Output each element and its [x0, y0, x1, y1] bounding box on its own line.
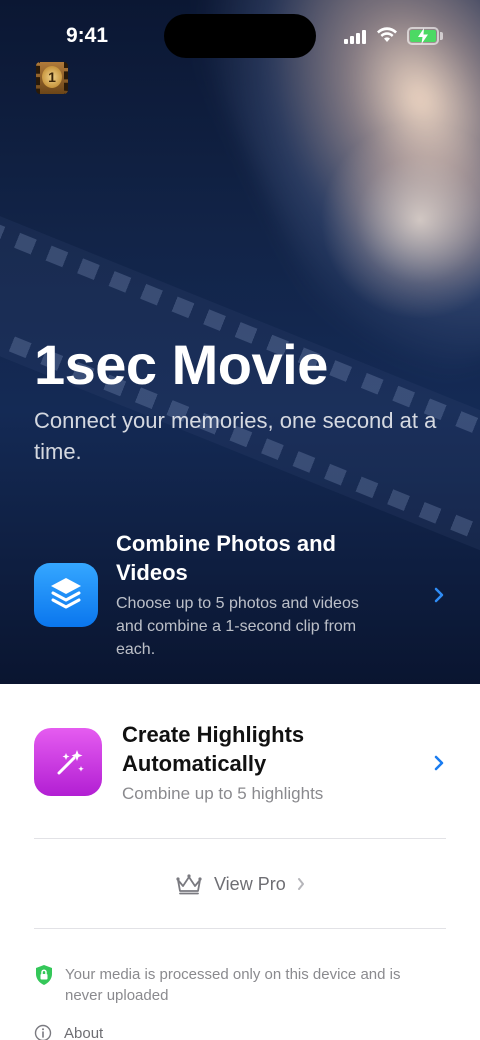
- crown-icon: [176, 874, 202, 895]
- about-button[interactable]: About: [34, 1022, 103, 1040]
- info-icon: [34, 1024, 52, 1040]
- magic-wand-icon: [34, 728, 102, 796]
- app-title: 1sec Movie: [34, 333, 328, 396]
- chevron-right-icon: [434, 755, 444, 771]
- view-pro-button[interactable]: View Pro: [174, 870, 306, 898]
- divider: [34, 838, 446, 839]
- hero-light-core: [320, 120, 480, 320]
- combine-photos-videos-option[interactable]: Combine Photos and Videos Choose up to 5…: [34, 527, 446, 667]
- dynamic-island: [164, 14, 316, 58]
- divider: [34, 928, 446, 929]
- create-highlights-option[interactable]: Create Highlights Automatically Combine …: [34, 718, 446, 818]
- option-title: Create Highlights Automatically: [122, 722, 305, 776]
- shield-lock-icon: [36, 965, 52, 985]
- status-time: 9:41: [66, 24, 109, 47]
- chevron-right-icon: [297, 878, 304, 890]
- option-title: Combine Photos and Videos: [116, 531, 336, 585]
- privacy-text: Your media is processed only on this dev…: [65, 966, 401, 1004]
- option-description: Combine up to 5 highlights: [122, 784, 324, 803]
- option-description: Choose up to 5 photos and videos and com…: [116, 595, 359, 658]
- layers-icon: [34, 563, 98, 627]
- app-logo-number: 1: [42, 66, 62, 88]
- battery-tip: [440, 32, 443, 40]
- chevron-right-icon: [434, 587, 444, 603]
- hero-banner: 9:41 1 1sec Movie Connect your memories,…: [0, 0, 480, 684]
- app-subtitle: Connect your memories, one second at a t…: [34, 408, 437, 464]
- status-bar: 9:41: [0, 0, 480, 70]
- about-label: About: [64, 1024, 104, 1040]
- view-pro-label: View Pro: [214, 873, 286, 894]
- cellular-signal-icon: [344, 28, 368, 44]
- charging-bolt-icon: [418, 28, 428, 44]
- battery-charging-icon: [407, 27, 439, 45]
- wifi-icon: [377, 27, 397, 42]
- app-logo-icon: 1: [36, 62, 68, 94]
